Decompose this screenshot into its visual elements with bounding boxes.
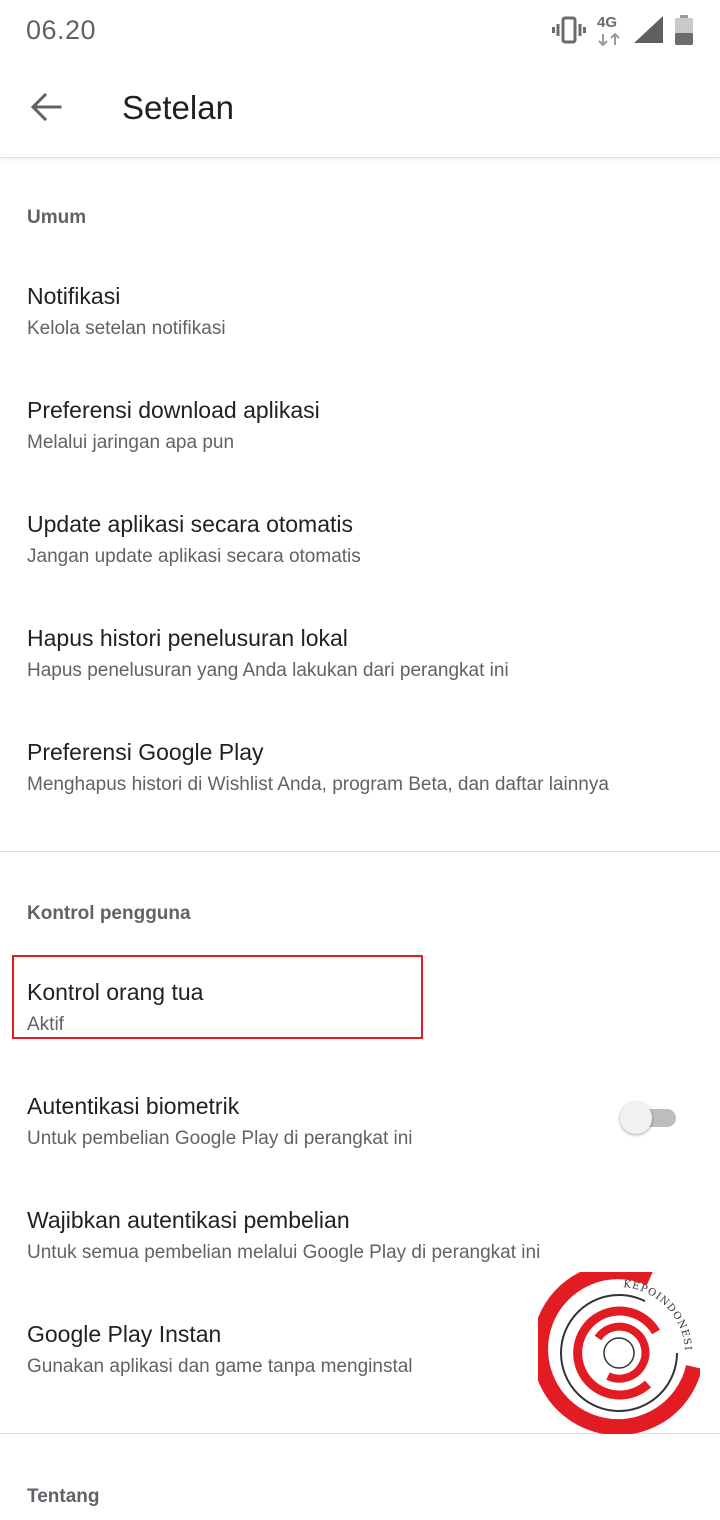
arrow-back-icon	[30, 92, 62, 126]
signal-icon	[634, 16, 664, 44]
item-title: Hapus histori penelusuran lokal	[27, 625, 348, 651]
item-title: Preferensi download aplikasi	[27, 397, 320, 423]
status-icons: 4G	[552, 14, 694, 46]
item-subtitle: Untuk semua pembelian melalui Google Pla…	[27, 1242, 541, 1263]
settings-item-parental-controls[interactable]: Kontrol orang tua Aktif	[0, 979, 720, 1079]
settings-item-download-preference[interactable]: Preferensi download aplikasi Melalui jar…	[0, 397, 720, 497]
page-title: Setelan	[122, 89, 234, 126]
item-subtitle: Menghapus histori di Wishlist Anda, prog…	[27, 774, 609, 795]
item-title: Update aplikasi secara otomatis	[27, 511, 353, 537]
item-title: Kontrol orang tua	[27, 979, 204, 1005]
toggle-thumb	[620, 1102, 652, 1134]
item-title: Wajibkan autentikasi pembelian	[27, 1207, 350, 1233]
settings-item-auto-update[interactable]: Update aplikasi secara otomatis Jangan u…	[0, 511, 720, 611]
item-subtitle: Melalui jaringan apa pun	[27, 432, 235, 453]
item-subtitle: Gunakan aplikasi dan game tanpa menginst…	[27, 1356, 413, 1377]
item-subtitle: Hapus penelusuran yang Anda lakukan dari…	[27, 660, 509, 681]
app-bar: Setelan	[0, 64, 720, 158]
item-title: Notifikasi	[27, 283, 121, 309]
back-button[interactable]	[18, 84, 74, 134]
settings-item-biometric-auth[interactable]: Autentikasi biometrik Untuk pembelian Go…	[0, 1093, 720, 1193]
section-header-general: Umum	[27, 207, 87, 228]
section-divider	[0, 851, 720, 852]
network-4g-icon: 4G	[596, 14, 624, 46]
status-bar: 06.20 4G	[0, 0, 720, 64]
battery-icon	[674, 15, 694, 45]
kepoindonesia-watermark-logo: KEPOINDONESIA	[532, 1263, 702, 1436]
biometric-toggle[interactable]	[620, 1100, 676, 1136]
vibrate-icon	[552, 15, 586, 45]
item-title: Preferensi Google Play	[27, 739, 264, 765]
settings-item-google-play-preferences[interactable]: Preferensi Google Play Menghapus histori…	[0, 739, 720, 839]
settings-item-clear-search-history[interactable]: Hapus histori penelusuran lokal Hapus pe…	[0, 625, 720, 725]
section-header-user-controls: Kontrol pengguna	[27, 903, 191, 924]
section-header-about: Tentang	[27, 1486, 100, 1507]
item-title: Autentikasi biometrik	[27, 1093, 240, 1119]
item-subtitle: Aktif	[27, 1014, 64, 1035]
item-subtitle: Jangan update aplikasi secara otomatis	[27, 546, 361, 567]
item-subtitle: Kelola setelan notifikasi	[27, 318, 226, 339]
item-title: Google Play Instan	[27, 1321, 222, 1347]
settings-item-notifications[interactable]: Notifikasi Kelola setelan notifikasi	[0, 283, 720, 383]
status-time: 06.20	[26, 15, 97, 45]
item-subtitle: Untuk pembelian Google Play di perangkat…	[27, 1128, 413, 1149]
